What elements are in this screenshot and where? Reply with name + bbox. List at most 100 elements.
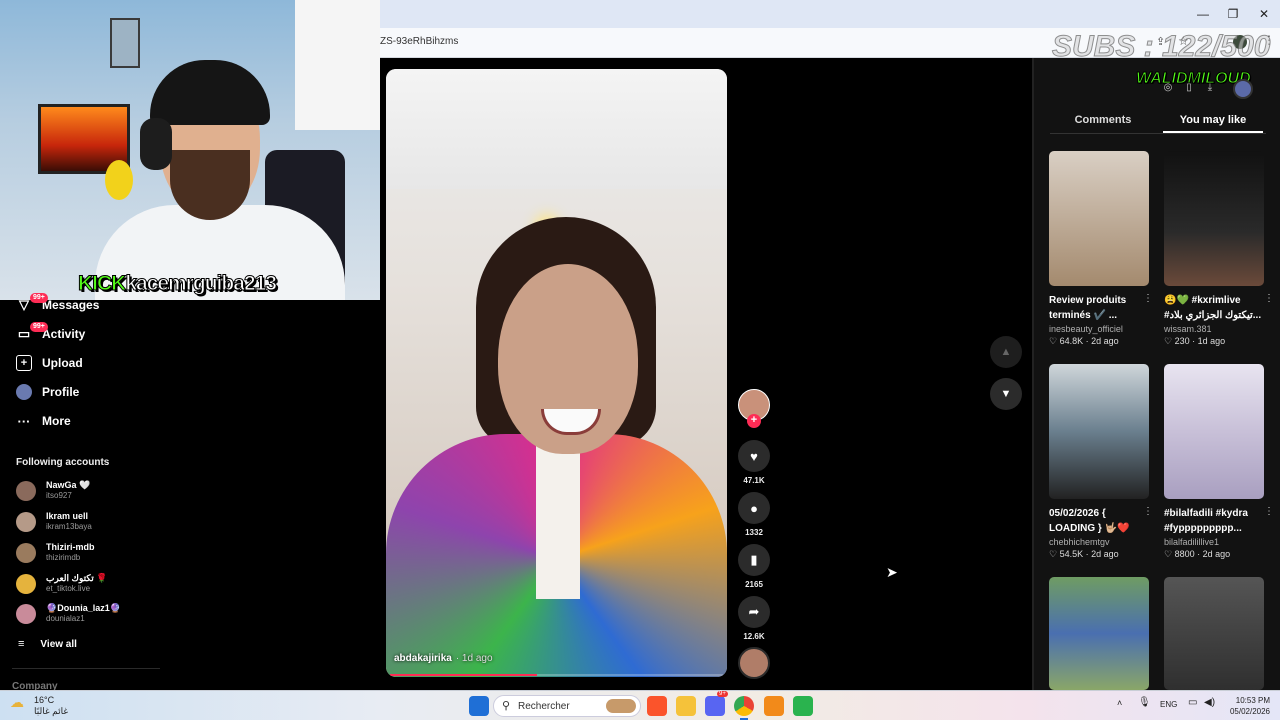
clock[interactable]: 10:53 PM 05/02/2026 — [1220, 695, 1270, 717]
following-account[interactable]: NawGa 🤍 itso927 — [16, 479, 216, 505]
close-icon[interactable]: ✕ — [1256, 6, 1272, 22]
subs-goal-overlay: SUBS : 122/500 — [1051, 30, 1271, 64]
card-title: 😩💚 #kxrimlive #تيكتوك الجزائري بلاد... — [1164, 295, 1262, 321]
share-action[interactable]: ➦ 12.6K — [738, 596, 770, 641]
file-explorer-icon[interactable] — [676, 696, 696, 716]
windows-start-icon[interactable] — [469, 696, 489, 716]
card-thumbnail[interactable] — [1049, 577, 1149, 690]
card-thumbnail[interactable] — [1164, 151, 1264, 286]
microphone-icon[interactable]: 🎙 — [1138, 697, 1151, 708]
more-options-icon[interactable]: ⋮ — [1264, 506, 1274, 517]
browser-title-bar: — ❐ ✕ — [380, 0, 1280, 28]
share-arrow-icon[interactable]: ➦ — [738, 596, 770, 628]
card-thumbnail[interactable] — [1164, 364, 1264, 499]
recommended-card[interactable] — [1049, 577, 1149, 690]
like-action[interactable]: ♥ 47.1K — [738, 440, 770, 485]
card-title: Review produits terminés ✔️ ... — [1049, 295, 1127, 321]
brave-browser-icon[interactable] — [647, 696, 667, 716]
chevron-up-icon[interactable]: ˄ — [1117, 698, 1122, 708]
recommended-card[interactable]: 😩💚 #kxrimlive #تيكتوك الجزائري بلاد... wi… — [1164, 151, 1274, 347]
card-user[interactable]: inesbeauty_officiel — [1049, 324, 1149, 334]
recommended-card[interactable] — [1164, 577, 1264, 690]
recommended-card[interactable]: 05/02/2026 {LOADING } 🤟🏼❤️ chebhichemtgv… — [1049, 364, 1153, 560]
person-beanie — [150, 60, 270, 125]
avatar — [16, 481, 36, 501]
next-video-button[interactable]: ▼ — [990, 378, 1022, 410]
network-icon[interactable]: ▭ — [1188, 697, 1197, 708]
view-all-link[interactable]: ≡ View all — [18, 638, 77, 650]
card-stats: ♡ 230 · 1d ago — [1164, 336, 1226, 346]
tab-comments[interactable]: Comments — [1050, 114, 1156, 126]
following-account[interactable]: Thiziri-mdb thizirimdb — [16, 541, 216, 567]
card-user[interactable]: bilalfadilillive1 — [1164, 537, 1264, 547]
bookmark-icon[interactable]: ▮ — [738, 544, 770, 576]
sidebar-item-profile[interactable]: Profile — [16, 380, 79, 404]
account-name: Thiziri-mdb — [46, 542, 95, 552]
video-caption: abdakajirika · 1d ago — [394, 653, 493, 664]
save-action[interactable]: ▮ 2165 — [738, 544, 770, 589]
restore-icon[interactable]: ❐ — [1225, 6, 1241, 22]
activity-badge: 99+ — [30, 322, 48, 332]
kick-username: kacemrguiba213 — [125, 272, 278, 296]
video-player[interactable]: abdakajirika · 1d ago — [386, 69, 727, 677]
sound-avatar[interactable] — [738, 647, 770, 679]
more-options-icon[interactable]: ⋮ — [1143, 506, 1153, 517]
follow-plus-icon[interactable]: + — [747, 414, 761, 428]
heart-icon[interactable]: ♥ — [738, 440, 770, 472]
card-user[interactable]: wissam.381 — [1164, 324, 1264, 334]
more-options-icon[interactable]: ⋮ — [1264, 293, 1274, 304]
date: 05/02/2026 — [1229, 707, 1270, 716]
temperature: 16°C — [34, 695, 55, 705]
account-handle: dounialaz1 — [46, 614, 85, 623]
user-avatar[interactable] — [1233, 79, 1253, 99]
android-app-icon[interactable] — [793, 696, 813, 716]
minimize-icon[interactable]: — — [1195, 6, 1211, 22]
volume-icon[interactable]: ◀) — [1204, 697, 1215, 708]
settings-icon[interactable]: ◎ — [1160, 82, 1176, 98]
mouse-cursor-icon: ➤ — [886, 564, 898, 580]
sidebar-item-upload[interactable]: + Upload — [16, 351, 83, 375]
sidebar-item-more[interactable]: ··· More — [16, 409, 71, 433]
avatar — [16, 604, 36, 624]
more-options-icon[interactable]: ⋮ — [1143, 293, 1153, 304]
headset — [140, 118, 172, 170]
phone-icon[interactable]: ▯ — [1181, 82, 1197, 98]
download-icon[interactable]: ⤓ — [1202, 82, 1218, 98]
card-thumbnail[interactable] — [1049, 151, 1149, 286]
comment-action[interactable]: ● 1332 — [738, 492, 770, 537]
chrome-icon[interactable] — [734, 696, 754, 716]
time: 10:53 PM — [1235, 696, 1270, 705]
taskbar-search[interactable]: ⚲ Rechercher — [493, 695, 641, 717]
like-count: 47.1K — [743, 476, 765, 485]
following-account[interactable]: 🔮Dounia_laz1🔮 dounialaz1 — [16, 602, 216, 628]
sidebar-item-activity[interactable]: ▭ 99+ Activity — [16, 322, 85, 346]
sidebar-item-messages[interactable]: ▽ 99+ Messages — [16, 293, 99, 317]
following-account[interactable]: Ikram uell ikram13baya — [16, 510, 216, 536]
previous-video-button[interactable]: ▲ — [990, 336, 1022, 368]
card-thumbnail[interactable] — [1164, 577, 1264, 690]
discord-icon[interactable]: 9+ — [705, 691, 728, 716]
recommended-card[interactable]: #bilalfadili #kydra #fyppppppppp... bilal… — [1164, 364, 1274, 560]
panel-divider — [1032, 58, 1034, 690]
following-account[interactable]: تكتوك العرب 🌹 et_tiktok.live — [16, 572, 216, 598]
comment-count: 1332 — [745, 528, 763, 537]
card-stats: ♡ 64.8K · 2d ago — [1049, 336, 1119, 346]
app-a-icon[interactable] — [764, 696, 784, 716]
video-person-collar — [536, 439, 580, 599]
video-author[interactable]: abdakajirika — [394, 653, 452, 664]
wall-jersey — [295, 0, 380, 130]
card-thumbnail[interactable] — [1049, 364, 1149, 499]
recommended-card[interactable]: Review produits terminés ✔️ ... inesbeaut… — [1049, 151, 1153, 347]
comment-icon[interactable]: ● — [738, 492, 770, 524]
activity-icon: ▭ 99+ — [16, 322, 48, 342]
card-user[interactable]: chebhichemtgv — [1049, 537, 1149, 547]
tab-you-may-like[interactable]: You may like — [1160, 114, 1266, 126]
plush-toy — [105, 160, 133, 200]
list-icon: ≡ — [18, 638, 25, 650]
language-indicator[interactable]: ENG — [1160, 700, 1177, 709]
message-icon: ▽ 99+ — [16, 293, 48, 313]
account-handle: et_tiktok.live — [46, 584, 91, 593]
sidebar-item-label: Upload — [42, 356, 83, 370]
search-icon: ⚲ — [502, 700, 511, 712]
save-count: 2165 — [745, 580, 763, 589]
